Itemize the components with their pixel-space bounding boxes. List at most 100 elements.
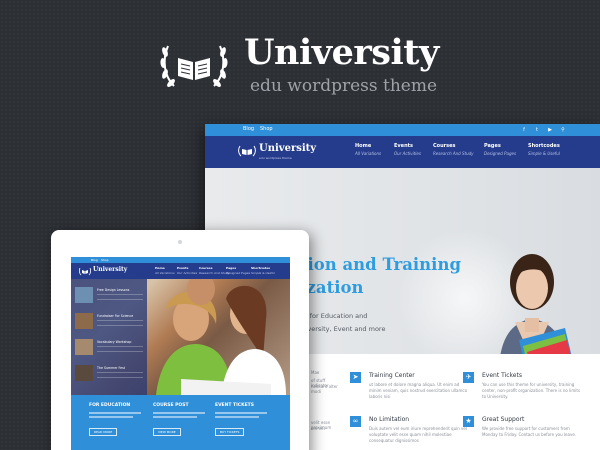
blog-link[interactable]: Blog bbox=[243, 126, 254, 132]
star-icon: ★ bbox=[463, 416, 474, 427]
thumbnail bbox=[75, 365, 93, 381]
link-icon: ∞ bbox=[350, 416, 361, 427]
info-column: EVENT TICKETS BUY TICKETS bbox=[215, 403, 275, 437]
nav-courses-label: Courses bbox=[433, 143, 456, 149]
feature-text: You can use this theme for university, t… bbox=[482, 382, 581, 399]
tablet-info-section: FOR EDUCATION READ MORE COURSE POST VIEW… bbox=[71, 395, 290, 450]
list-item[interactable]: Fundraiser For Science bbox=[75, 313, 147, 335]
hero-title: University bbox=[244, 32, 439, 73]
partial-text: Mae bbox=[311, 370, 320, 375]
list-item-title: Fundraiser For Science bbox=[97, 314, 134, 318]
nav-shortcodes-sub: Simple & Useful bbox=[528, 151, 560, 156]
nav-courses-sub: Research And Study bbox=[433, 151, 474, 156]
shop-link[interactable]: Shop bbox=[260, 126, 273, 132]
text-line bbox=[153, 412, 205, 414]
hero-subtitle: edu wordpress theme bbox=[250, 76, 438, 96]
feature-title[interactable]: Event Tickets bbox=[482, 372, 522, 379]
read-more-button[interactable]: READ MORE bbox=[89, 428, 118, 436]
site-logo[interactable]: University bbox=[259, 143, 316, 154]
list-item-lines bbox=[97, 372, 143, 378]
tablet-nav-courses[interactable]: Courses Research And Study bbox=[199, 266, 229, 275]
text-line bbox=[215, 412, 267, 414]
nav-home[interactable]: Home All Variations bbox=[355, 143, 381, 156]
nav-home-label: Home bbox=[355, 143, 372, 149]
camera-dot bbox=[178, 240, 182, 244]
nav-events-sub: Our Activities bbox=[394, 151, 421, 156]
partial-text: hesitant alter modi bbox=[311, 384, 338, 394]
nav-shortcodes[interactable]: Shortcodes Simple & Useful bbox=[528, 143, 560, 156]
nav-events[interactable]: Events Our Activities bbox=[394, 143, 421, 156]
youtube-icon[interactable]: ▶ bbox=[547, 127, 553, 133]
nav-pages[interactable]: Pages Designed Pages bbox=[484, 143, 516, 156]
partial-text: ore vel bbox=[311, 426, 325, 431]
nav-shortcodes-label: Shortcodes bbox=[528, 143, 560, 149]
tablet-nav-pages[interactable]: Pages Designed Pages bbox=[226, 266, 250, 275]
twitter-icon[interactable]: t bbox=[534, 127, 540, 133]
text-line bbox=[89, 412, 141, 414]
top-bar: Blog Shop f t ▶ ⚲ bbox=[205, 124, 600, 136]
feature-title[interactable]: Great Support bbox=[482, 416, 524, 423]
feature-text: We provide free support for customers fr… bbox=[482, 426, 577, 437]
text-line bbox=[215, 416, 259, 418]
list-item-title: Free Design Lessons bbox=[97, 288, 130, 292]
logo-icon[interactable] bbox=[238, 144, 256, 158]
text-line bbox=[153, 416, 197, 418]
search-icon[interactable]: ⚲ bbox=[560, 127, 566, 133]
tablet-sidebar: Free Design Lessons Fundraiser For Scien… bbox=[71, 279, 147, 395]
nav-home-sub: All Variations bbox=[355, 151, 382, 156]
tablet-nav-home[interactable]: Home All Variations bbox=[155, 266, 175, 275]
tablet-logo[interactable]: University bbox=[93, 266, 127, 273]
nav-events-label: Events bbox=[394, 143, 413, 149]
info-heading: FOR EDUCATION bbox=[89, 403, 131, 408]
thumbnail bbox=[75, 287, 93, 303]
feature-title[interactable]: Training Center bbox=[369, 372, 415, 379]
list-item-lines bbox=[97, 346, 143, 352]
list-item-title: The Summer Fest bbox=[97, 366, 126, 370]
blog-link[interactable]: Blog bbox=[91, 258, 98, 262]
nav-label: Home bbox=[155, 266, 165, 270]
feature-title[interactable]: No Limitation bbox=[369, 416, 409, 423]
tablet-mockup: Blog Shop University Home All Variations … bbox=[51, 230, 309, 450]
main-nav: University edu wordpress theme Home All … bbox=[205, 136, 600, 168]
list-item[interactable]: Vocabulary Workshop bbox=[75, 339, 147, 361]
list-item-lines bbox=[97, 294, 143, 300]
paper-plane-icon: ➤ bbox=[350, 372, 361, 383]
buy-tickets-button[interactable]: BUY TICKETS bbox=[215, 428, 245, 436]
view-more-button[interactable]: VIEW MORE bbox=[153, 428, 181, 436]
nav-label: Shortcodes bbox=[251, 266, 271, 270]
text-line bbox=[89, 416, 133, 418]
thumbnail bbox=[75, 339, 93, 355]
ticket-icon: ✈ bbox=[463, 372, 474, 383]
nav-sub: Designed Pages bbox=[226, 271, 251, 275]
logo-icon[interactable] bbox=[79, 267, 91, 276]
info-column: FOR EDUCATION READ MORE bbox=[89, 403, 149, 437]
list-item[interactable]: The Summer Fest bbox=[75, 365, 147, 387]
list-item-title: Vocabulary Workshop bbox=[97, 340, 132, 344]
hero-logo: University edu wordpress theme bbox=[160, 28, 450, 98]
nav-pages-label: Pages bbox=[484, 143, 501, 149]
nav-label: Pages bbox=[226, 266, 237, 270]
list-item-lines bbox=[97, 320, 143, 326]
laurel-book-icon bbox=[160, 45, 228, 87]
info-heading: COURSE POST bbox=[153, 403, 189, 408]
nav-sub: All Variations bbox=[155, 271, 175, 275]
tablet-nav-events[interactable]: Events Our Activities bbox=[177, 266, 197, 275]
list-item[interactable]: Free Design Lessons bbox=[75, 287, 147, 309]
tablet-nav-shortcodes[interactable]: Shortcodes Simple & Useful bbox=[251, 266, 275, 275]
info-heading: EVENT TICKETS bbox=[215, 403, 254, 408]
shop-link[interactable]: Shop bbox=[101, 258, 109, 262]
feature-text: Duis autem vel eum iriure reprehenderit … bbox=[369, 426, 467, 443]
facebook-icon[interactable]: f bbox=[521, 127, 527, 133]
site-tagline: edu wordpress theme bbox=[259, 156, 292, 160]
thumbnail bbox=[75, 313, 93, 329]
nav-label: Courses bbox=[199, 266, 213, 270]
nav-label: Events bbox=[177, 266, 189, 270]
tablet-nav: University Home All Variations Events Our … bbox=[71, 263, 290, 279]
nav-sub: Research And Study bbox=[199, 271, 230, 275]
tablet-screen: Blog Shop University Home All Variations … bbox=[71, 257, 290, 450]
nav-pages-sub: Designed Pages bbox=[484, 151, 517, 156]
feature-text: ut labore et dolore magna aliqua. Ut eni… bbox=[369, 382, 468, 399]
nav-sub: Our Activities bbox=[177, 271, 198, 275]
info-column: COURSE POST VIEW MORE bbox=[153, 403, 213, 437]
nav-courses[interactable]: Courses Research And Study bbox=[433, 143, 474, 156]
